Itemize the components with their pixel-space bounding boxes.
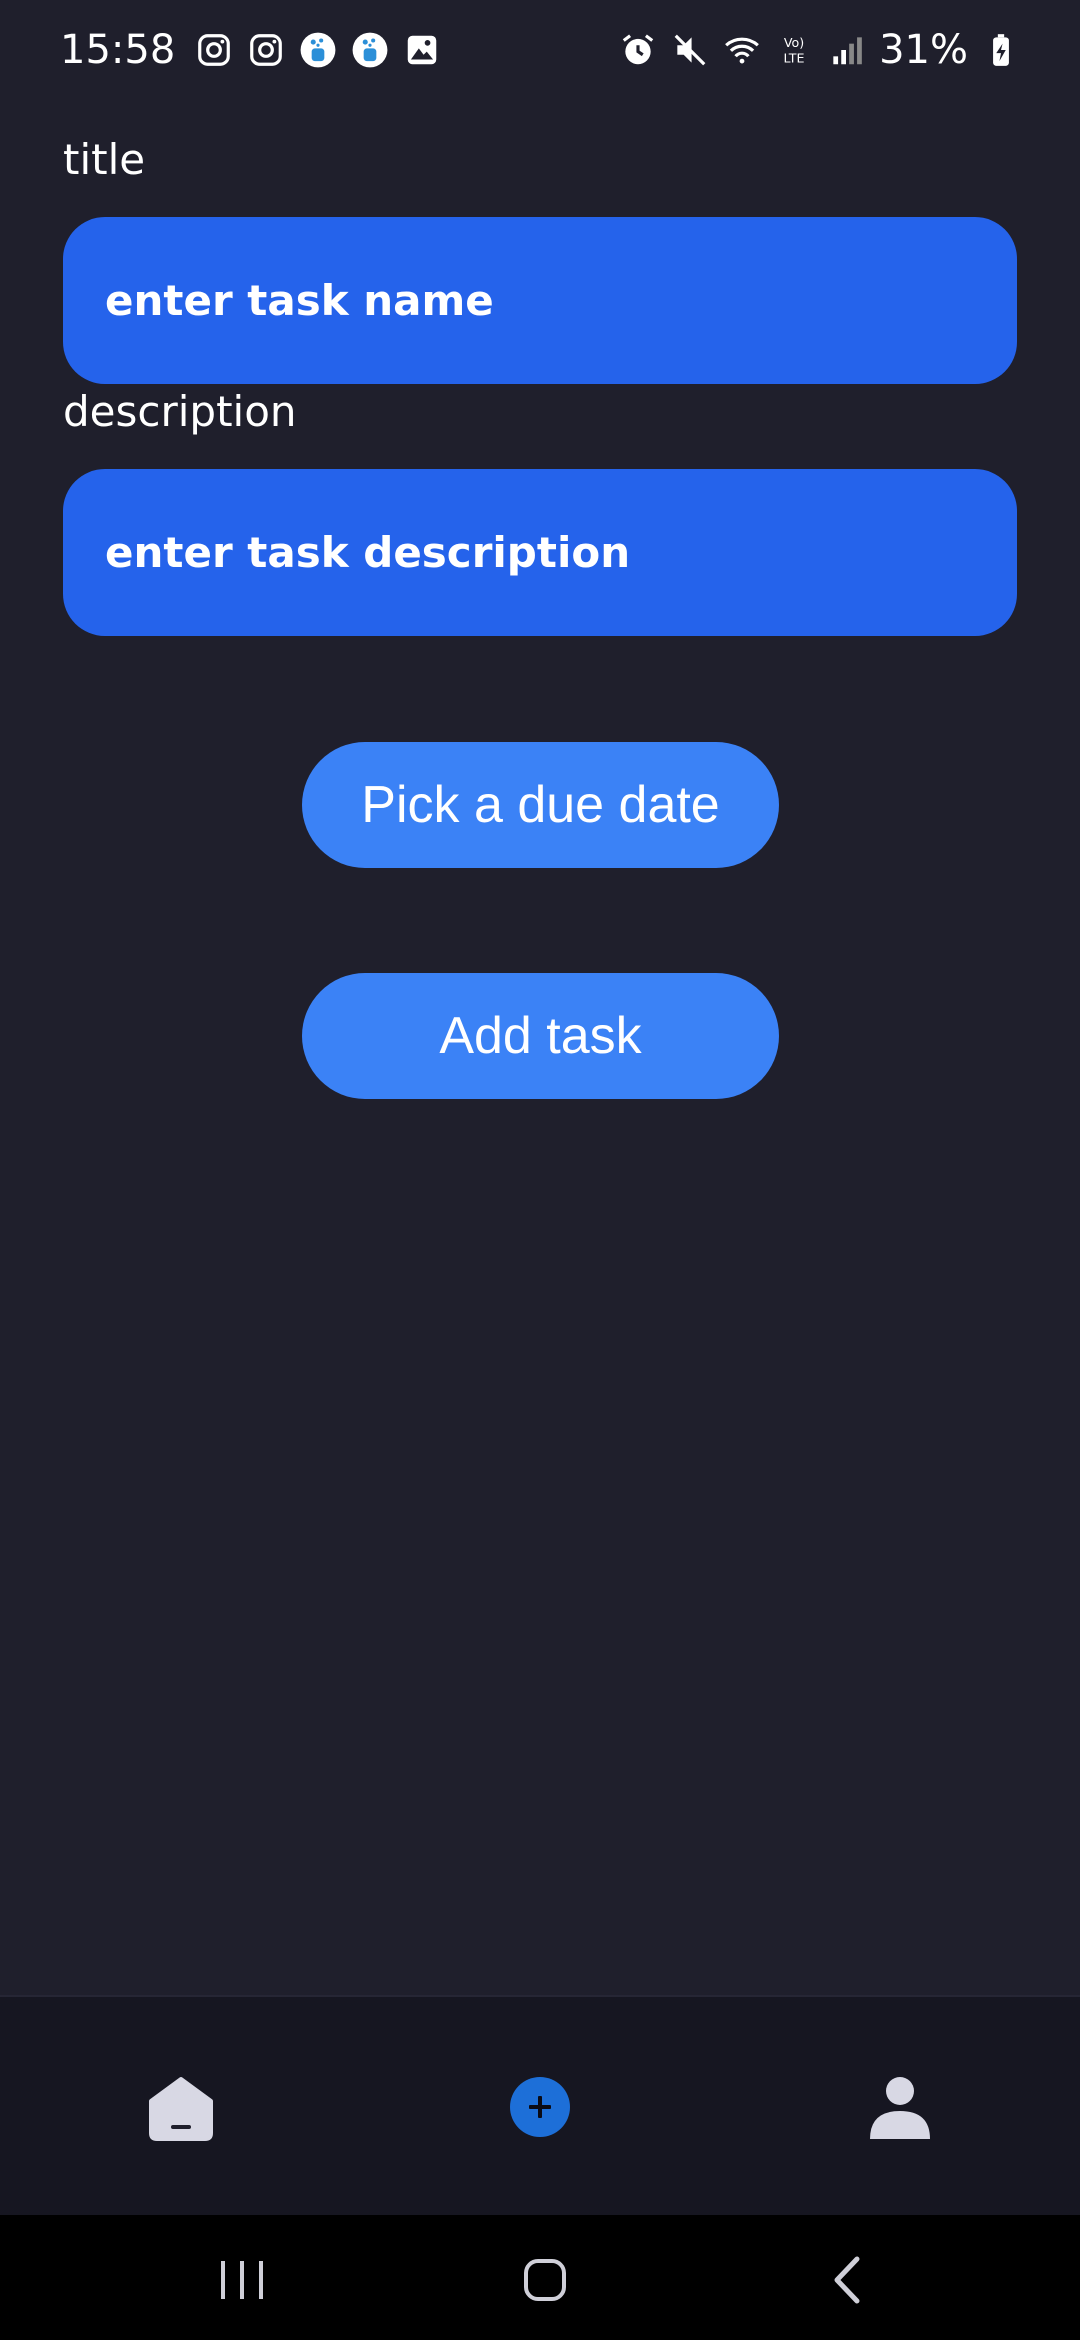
signal-icon [827, 31, 865, 69]
add-task-button[interactable]: Add task [302, 973, 779, 1099]
home-circle-icon [524, 2259, 566, 2301]
gallery-icon [403, 31, 441, 69]
nav-home[interactable] [141, 2067, 221, 2147]
pick-due-date-button[interactable]: Pick a due date [302, 742, 779, 868]
status-left: 15:58 [60, 27, 441, 73]
wifi-icon [723, 31, 761, 69]
task-description-input[interactable]: enter task description [63, 469, 1017, 636]
profile-icon [870, 2077, 930, 2139]
battery-charging-icon [982, 31, 1020, 69]
volte-icon: Vo) LTE [775, 31, 813, 69]
title-label: title [63, 135, 146, 184]
nav-add-task[interactable] [500, 2067, 580, 2147]
back-icon [834, 2256, 860, 2304]
battery-percent: 31% [879, 27, 968, 73]
status-time: 15:58 [60, 27, 176, 73]
home-icon [149, 2077, 213, 2141]
recent-apps-button[interactable] [207, 2245, 277, 2315]
status-bar: 15:58 Vo) LTE 31% [0, 0, 1080, 100]
instagram-icon [247, 31, 285, 69]
mute-icon [671, 31, 709, 69]
add-circle-icon [510, 2077, 570, 2137]
svg-text:Vo): Vo) [784, 35, 804, 50]
add-task-screen: 15:58 Vo) LTE 31% title enter task name … [0, 0, 1080, 2340]
home-button[interactable] [510, 2245, 580, 2315]
nav-profile[interactable] [860, 2067, 940, 2147]
description-label: description [63, 387, 297, 436]
status-right: Vo) LTE 31% [619, 27, 1020, 73]
svg-text:LTE: LTE [784, 51, 805, 66]
app-notification-icon [299, 31, 337, 69]
instagram-icon [195, 31, 233, 69]
bottom-navigation [0, 1995, 1080, 2215]
alarm-icon [619, 31, 657, 69]
system-navigation-bar [0, 2215, 1080, 2340]
app-notification-icon [351, 31, 389, 69]
task-name-input[interactable]: enter task name [63, 217, 1017, 384]
recent-apps-icon [221, 2261, 263, 2299]
back-button[interactable] [813, 2245, 883, 2315]
